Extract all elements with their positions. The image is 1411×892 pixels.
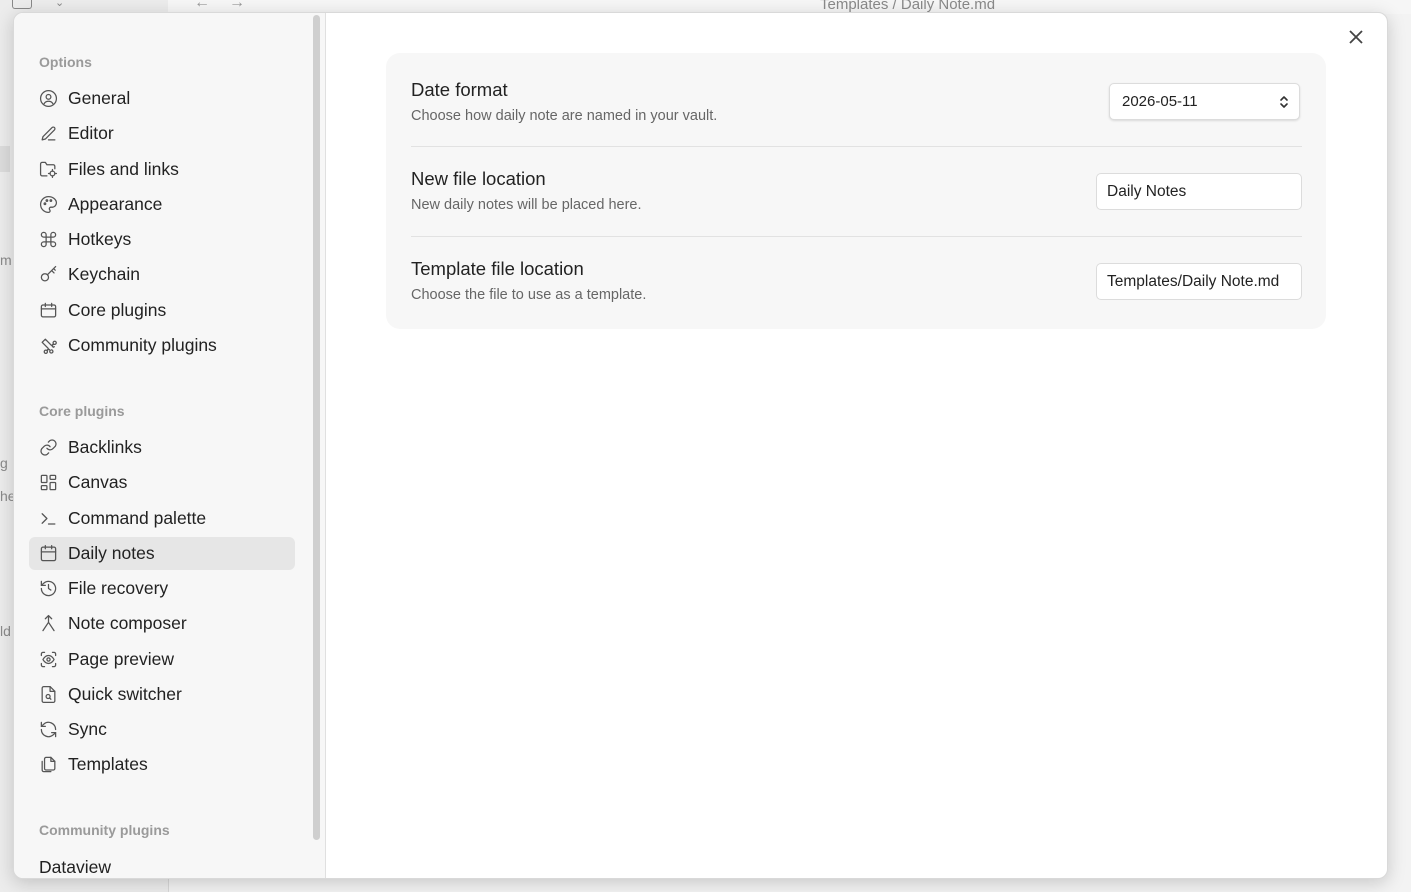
sync-icon bbox=[38, 720, 58, 740]
sidebar-item-label: General bbox=[68, 88, 131, 108]
scan-eye-icon bbox=[38, 650, 58, 670]
forward-arrow-icon: → bbox=[229, 0, 245, 11]
sidebar-item-editor[interactable]: Editor bbox=[29, 117, 295, 150]
sidebar-divider bbox=[325, 13, 326, 878]
settings-sidebar: Options General Editor Files and links A… bbox=[14, 13, 325, 878]
close-button[interactable] bbox=[1344, 25, 1368, 49]
command-icon bbox=[38, 230, 58, 250]
community-plugins-section-title: Community plugins bbox=[39, 822, 170, 838]
history-icon bbox=[38, 579, 58, 599]
sidebar-item-page-preview[interactable]: Page preview bbox=[29, 643, 295, 676]
sidebar-item-templates[interactable]: Templates bbox=[29, 748, 295, 781]
puzzle-icon bbox=[38, 336, 58, 356]
back-arrow-icon: ← bbox=[194, 0, 210, 11]
calendar-icon bbox=[38, 544, 58, 564]
background-text-fragment: ld bbox=[0, 623, 11, 639]
user-circle-icon bbox=[38, 89, 58, 109]
options-section-title: Options bbox=[39, 54, 92, 70]
sidebar-toggle-icon bbox=[12, 0, 32, 9]
key-icon bbox=[38, 265, 58, 285]
updown-chevron-icon bbox=[1280, 96, 1288, 108]
terminal-icon bbox=[38, 509, 58, 529]
background-highlight bbox=[0, 146, 10, 172]
sidebar-item-label: File recovery bbox=[68, 578, 169, 598]
sidebar-item-sync[interactable]: Sync bbox=[29, 713, 295, 746]
sidebar-item-community-plugins[interactable]: Community plugins bbox=[29, 329, 295, 362]
core-plugins-section-title: Core plugins bbox=[39, 403, 125, 419]
template-file-location-input[interactable] bbox=[1096, 263, 1302, 300]
sidebar-item-label: Core plugins bbox=[68, 300, 167, 320]
sidebar-item-note-composer[interactable]: Note composer bbox=[29, 607, 295, 640]
sidebar-item-label: Daily notes bbox=[68, 543, 155, 563]
sidebar-item-label: Templates bbox=[68, 754, 148, 774]
sidebar-item-quick-switcher[interactable]: Quick switcher bbox=[29, 678, 295, 711]
settings-modal: Options General Editor Files and links A… bbox=[13, 12, 1388, 879]
sidebar-item-backlinks[interactable]: Backlinks bbox=[29, 431, 295, 464]
sidebar-item-label: Files and links bbox=[68, 159, 179, 179]
sidebar-item-general[interactable]: General bbox=[29, 82, 295, 115]
sidebar-item-label: Dataview bbox=[39, 857, 111, 877]
sidebar-item-label: Page preview bbox=[68, 649, 175, 669]
folder-cog-icon bbox=[38, 160, 58, 180]
sidebar-item-label: Editor bbox=[68, 123, 114, 143]
sidebar-item-label: Hotkeys bbox=[68, 229, 132, 249]
sidebar-item-label: Keychain bbox=[68, 264, 140, 284]
layout-icon bbox=[38, 473, 58, 493]
background-text-fragment: g bbox=[0, 455, 8, 471]
close-icon bbox=[1349, 30, 1363, 44]
sidebar-item-core-plugins[interactable]: Core plugins bbox=[29, 294, 295, 327]
palette-icon bbox=[38, 195, 58, 215]
sidebar-item-label: Note composer bbox=[68, 613, 187, 633]
sidebar-item-label: Canvas bbox=[68, 472, 128, 492]
row-divider bbox=[411, 146, 1302, 147]
sidebar-item-appearance[interactable]: Appearance bbox=[29, 188, 295, 221]
sidebar-item-files-and-links[interactable]: Files and links bbox=[29, 153, 295, 186]
background-text-fragment: m bbox=[0, 252, 12, 268]
date-format-value: 2026-05-11 bbox=[1122, 93, 1198, 110]
sidebar-item-label: Backlinks bbox=[68, 437, 142, 457]
date-format-dropdown[interactable]: 2026-05-11 bbox=[1109, 83, 1300, 120]
sidebar-item-label: Appearance bbox=[68, 194, 163, 214]
calendar-box-icon bbox=[38, 301, 58, 321]
chevron-down-icon: ⌄ bbox=[55, 0, 65, 9]
sidebar-item-canvas[interactable]: Canvas bbox=[29, 466, 295, 499]
merge-icon bbox=[38, 614, 58, 634]
sidebar-item-label: Community plugins bbox=[68, 335, 217, 355]
sidebar-item-file-recovery[interactable]: File recovery bbox=[29, 572, 295, 605]
sidebar-scrollbar-thumb[interactable] bbox=[313, 15, 320, 840]
sidebar-item-daily-notes[interactable]: Daily notes bbox=[29, 537, 295, 570]
sidebar-item-label: Command palette bbox=[68, 508, 207, 528]
sidebar-item-label: Quick switcher bbox=[68, 684, 182, 704]
sidebar-item-command-palette[interactable]: Command palette bbox=[29, 502, 295, 535]
sidebar-item-label: Sync bbox=[68, 719, 107, 739]
pencil-icon bbox=[38, 124, 58, 144]
sidebar-item-dataview[interactable]: Dataview bbox=[29, 851, 295, 878]
new-file-location-input[interactable] bbox=[1096, 173, 1302, 210]
files-icon bbox=[38, 755, 58, 775]
file-search-icon bbox=[38, 685, 58, 705]
sidebar-item-hotkeys[interactable]: Hotkeys bbox=[29, 223, 295, 256]
sidebar-item-keychain[interactable]: Keychain bbox=[29, 258, 295, 291]
row-divider bbox=[411, 236, 1302, 237]
daily-notes-settings: Date format Choose how daily note are na… bbox=[386, 53, 1326, 329]
link-icon bbox=[38, 438, 58, 458]
